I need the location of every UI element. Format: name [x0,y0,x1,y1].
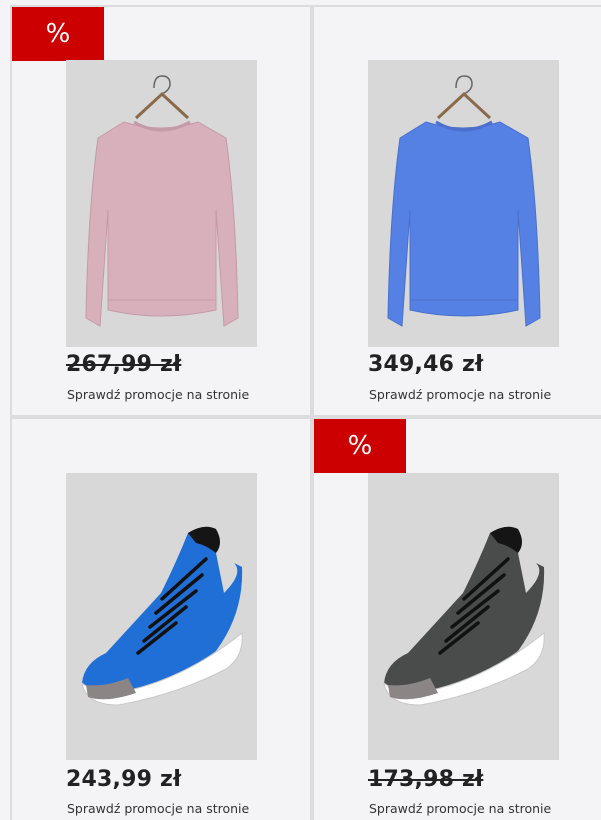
product-card[interactable]: % 267,99 zł Sprawdź promocje na stronie [10,5,312,417]
product-image[interactable] [66,60,257,347]
sweatshirt-icon [387,75,541,327]
sneaker-icon [383,526,545,706]
promo-link[interactable]: Sprawdź promocje na stronie [67,801,249,816]
product-price: 173,98 zł [368,767,484,792]
sweatshirt-icon [85,75,239,327]
sneaker-icon [81,526,243,706]
product-card[interactable]: 243,99 zł Sprawdź promocje na stronie [10,417,312,820]
promo-link[interactable]: Sprawdź promocje na stronie [67,387,249,402]
product-price: 243,99 zł [66,767,182,792]
discount-badge: % [12,7,104,61]
product-grid: % 267,99 zł Sprawdź promocje na stronie [0,0,601,820]
promo-link[interactable]: Sprawdź promocje na stronie [369,801,551,816]
product-price: 349,46 zł [368,352,484,377]
product-image[interactable] [368,473,559,760]
discount-badge: % [314,419,406,473]
product-card[interactable]: % 173,98 zł Sprawdź promocje na stronie [312,417,601,820]
promo-link[interactable]: Sprawdź promocje na stronie [369,387,551,402]
product-price: 267,99 zł [66,352,182,377]
product-image[interactable] [368,60,559,347]
product-image[interactable] [66,473,257,760]
product-card[interactable]: 349,46 zł Sprawdź promocje na stronie [312,5,601,417]
